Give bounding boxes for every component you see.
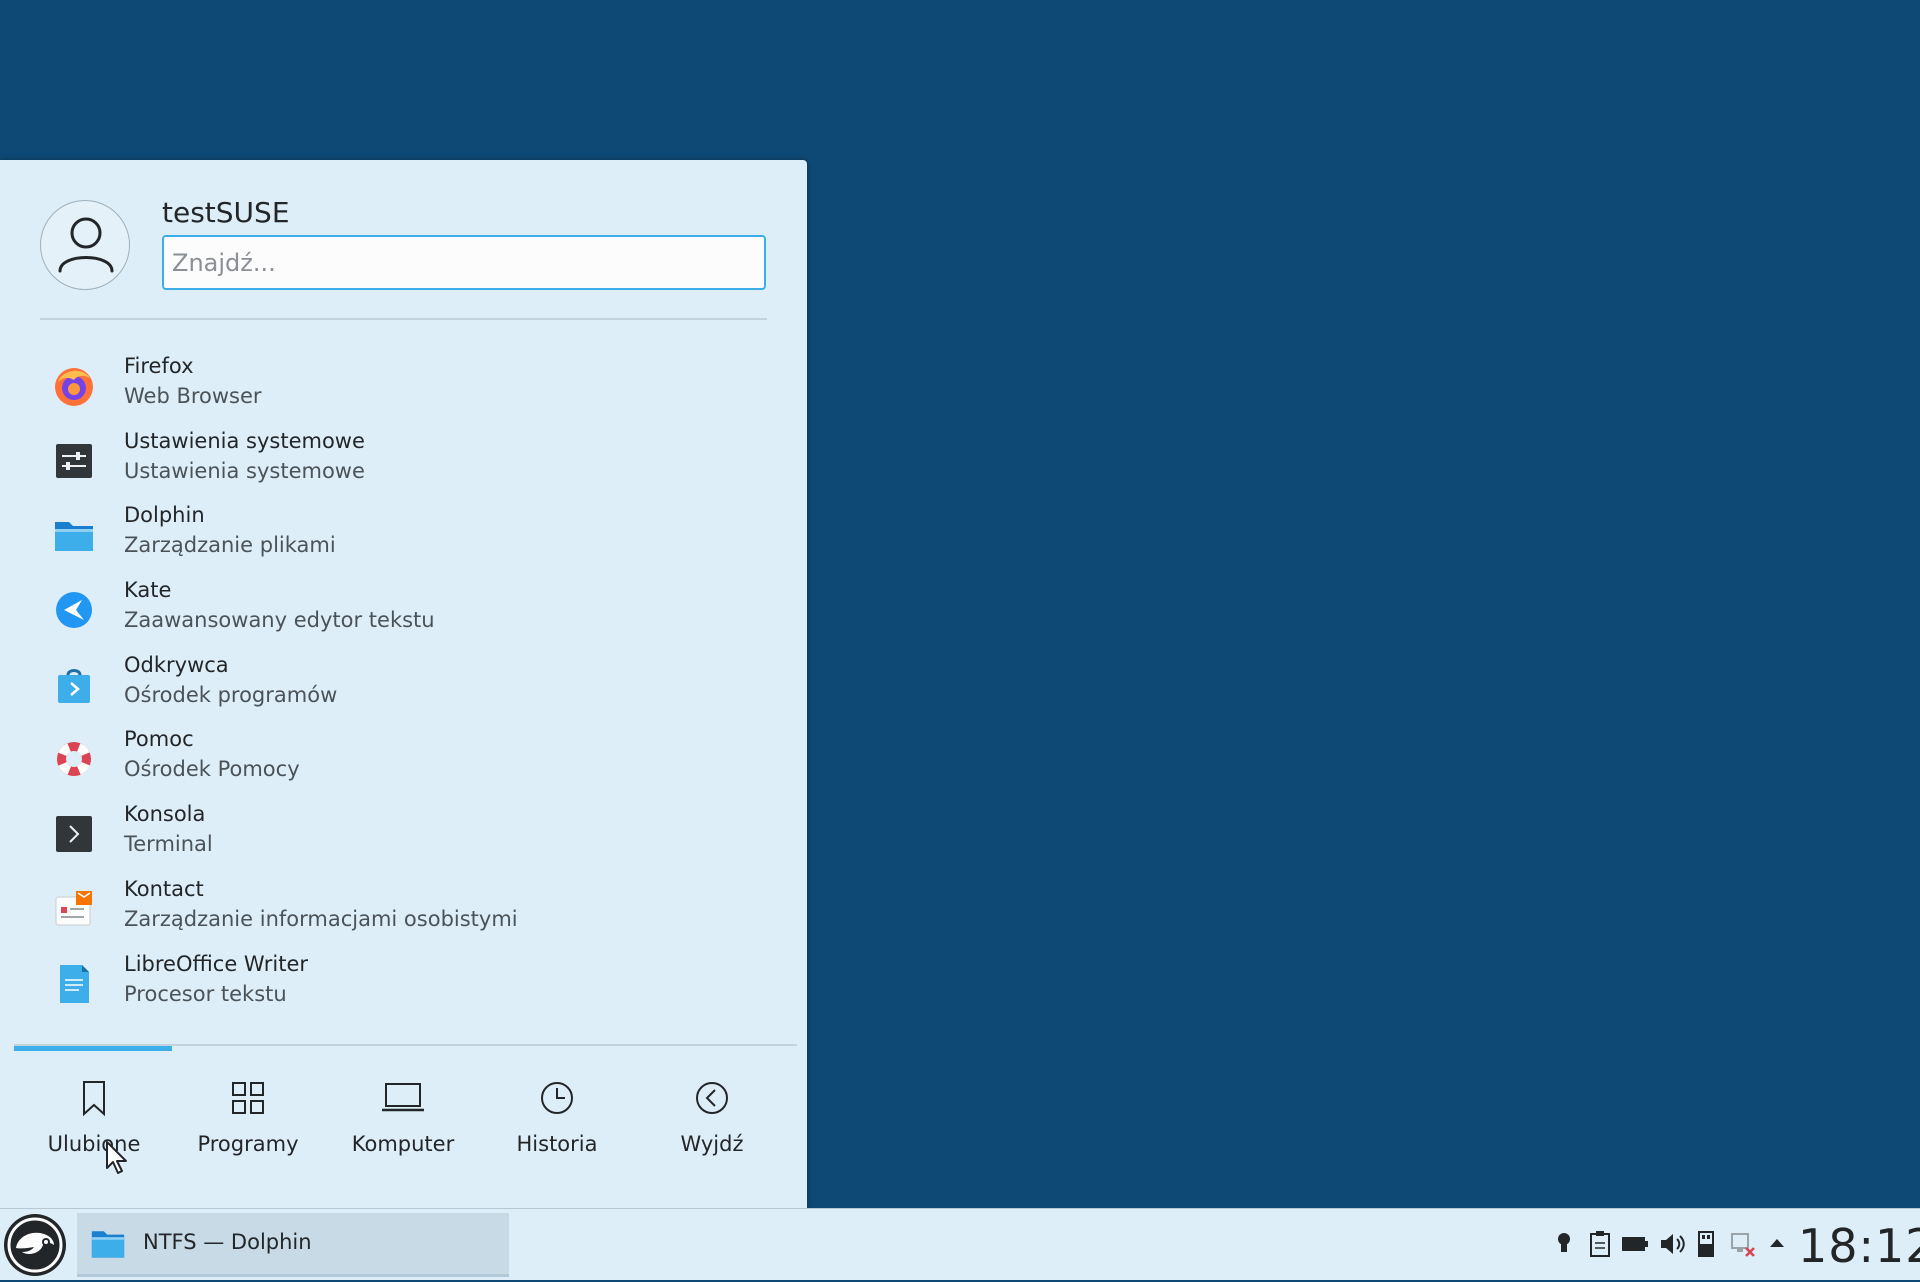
taskbar: NTFS — Dolphin 18:1 — [0, 1208, 1920, 1280]
list-item-discover[interactable]: Odkrywca Ośrodek programów — [0, 651, 807, 726]
app-description: Ustawienia systemowe — [124, 458, 365, 483]
app-name: Pomoc — [124, 727, 194, 752]
tab-programs[interactable]: Programy — [171, 1078, 325, 1178]
header-divider — [40, 318, 767, 320]
opensuse-logo-icon — [4, 1214, 66, 1276]
tab-computer[interactable]: Komputer — [326, 1078, 480, 1178]
list-item-kontact[interactable]: Kontact Zarządzanie informacjami osobist… — [0, 875, 807, 950]
app-name: Odkrywca — [124, 652, 229, 677]
app-description: Zarządzanie informacjami osobistymi — [124, 906, 518, 931]
back-circle-icon — [696, 1082, 728, 1114]
tab-leave[interactable]: Wyjdź — [635, 1078, 789, 1178]
app-name: Kontact — [124, 876, 204, 901]
clock-icon — [541, 1082, 573, 1114]
expand-tray-icon[interactable] — [1766, 1229, 1788, 1259]
list-item-libreoffice-writer[interactable]: LibreOffice Writer Procesor tekstu — [0, 950, 807, 1025]
tab-label: Ulubione — [47, 1132, 141, 1156]
system-settings-icon — [56, 443, 92, 478]
user-name: testSUSE — [162, 196, 290, 229]
application-launcher: testSUSE Firefox Web Browser Ustawienia … — [0, 160, 807, 1208]
list-item-konsole[interactable]: Konsola Terminal — [0, 800, 807, 875]
terminal-icon — [56, 816, 92, 853]
app-description: Zarządzanie plikami — [124, 533, 336, 558]
list-item-help[interactable]: Pomoc Ośrodek Pomocy — [0, 725, 807, 800]
kate-icon — [56, 592, 92, 629]
folder-icon — [55, 522, 93, 552]
laptop-icon — [382, 1083, 424, 1112]
device-icon[interactable] — [1694, 1229, 1718, 1259]
user-avatar[interactable] — [40, 200, 130, 290]
app-description: Web Browser — [124, 384, 262, 408]
app-name: Dolphin — [124, 503, 205, 528]
network-disconnected-icon[interactable] — [1729, 1229, 1757, 1259]
app-description: Procesor tekstu — [124, 981, 287, 1006]
writer-icon — [60, 964, 89, 1003]
lifebuoy-icon — [57, 742, 91, 777]
app-name: Ustawienia systemowe — [124, 428, 365, 453]
discover-icon — [58, 668, 90, 703]
tab-label: Historia — [516, 1132, 598, 1156]
search-input[interactable] — [162, 235, 766, 290]
folder-icon — [91, 1231, 125, 1258]
app-name: LibreOffice Writer — [124, 951, 309, 976]
list-item-firefox[interactable]: Firefox Web Browser — [0, 352, 807, 427]
tab-history[interactable]: Historia — [480, 1078, 634, 1178]
app-description: Ośrodek Pomocy — [124, 757, 300, 782]
app-name: Konsola — [124, 802, 206, 827]
clipboard-icon[interactable] — [1588, 1229, 1612, 1259]
app-description: Terminal — [124, 832, 213, 857]
app-description: Zaawansowany edytor tekstu — [124, 608, 435, 633]
task-dolphin[interactable]: NTFS — Dolphin — [77, 1213, 509, 1277]
tab-favorites[interactable]: Ulubione — [17, 1078, 171, 1178]
tab-label: Komputer — [351, 1132, 455, 1156]
app-description: Ośrodek programów — [124, 682, 338, 707]
digital-clock[interactable]: 18:12 — [1798, 1219, 1920, 1273]
user-icon — [58, 217, 114, 273]
active-tab-indicator — [14, 1046, 172, 1051]
app-name: Kate — [124, 578, 172, 603]
task-title: NTFS — Dolphin — [143, 1230, 312, 1254]
notifications-icon[interactable] — [1553, 1229, 1575, 1259]
list-item-kate[interactable]: Kate Zaawansowany edytor tekstu — [0, 576, 807, 651]
app-name: Firefox — [124, 354, 194, 378]
application-launcher-button[interactable] — [2, 1212, 68, 1278]
tab-label: Programy — [197, 1132, 299, 1156]
list-item-dolphin[interactable]: Dolphin Zarządzanie plikami — [0, 501, 807, 576]
volume-icon[interactable] — [1658, 1229, 1686, 1259]
mouse-cursor-icon — [106, 1141, 127, 1174]
battery-icon[interactable] — [1620, 1229, 1650, 1259]
tab-label: Wyjdź — [680, 1132, 744, 1156]
list-item-system-settings[interactable]: Ustawienia systemowe Ustawienia systemow… — [0, 427, 807, 502]
grid-icon — [232, 1082, 264, 1114]
kontact-icon — [55, 890, 92, 926]
favorites-list: Firefox Web Browser Ustawienia systemowe… — [0, 352, 807, 1024]
firefox-icon — [55, 368, 93, 406]
bookmark-icon — [83, 1081, 105, 1117]
